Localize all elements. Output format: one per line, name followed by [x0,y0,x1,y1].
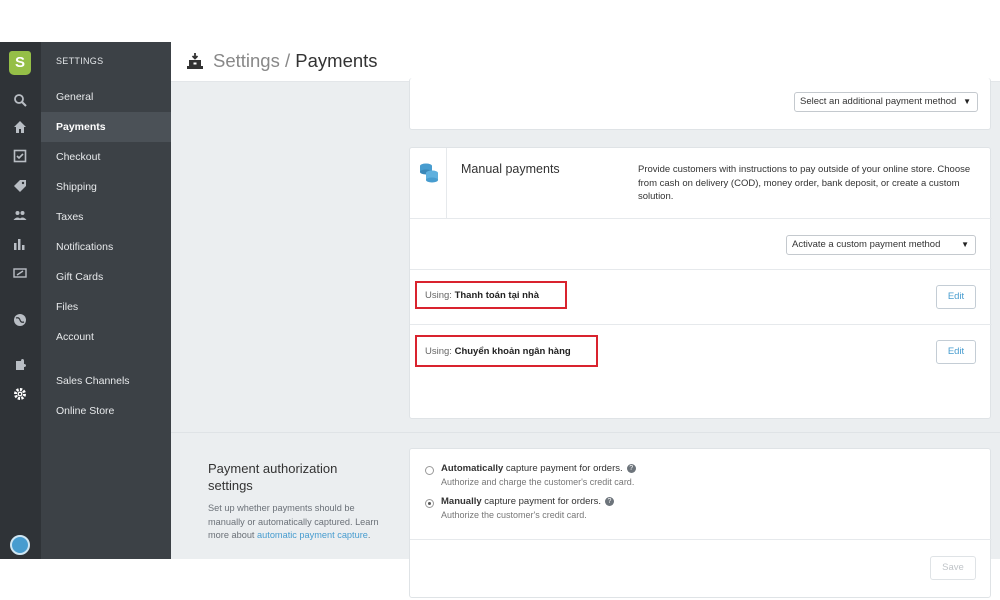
authorization-card: Automatically capture payment for orders… [409,448,992,598]
auto-capture-label[interactable]: Automatically capture payment for orders… [441,463,636,474]
reports-icon[interactable] [10,236,30,252]
sidebar-item-notifications[interactable]: Notifications [41,232,171,262]
products-icon[interactable] [10,178,30,194]
custom-payment-select[interactable]: Activate a custom payment method ▼ [786,235,976,255]
chevron-down-icon: ▼ [963,97,971,106]
top-bar: Settings / Payments [171,42,1000,82]
automatic-capture-link[interactable]: automatic payment capture [257,530,368,540]
help-icon[interactable]: ? [605,496,614,506]
breadcrumb-separator: / [279,50,296,71]
payment-method-row: Using: Thanh toán tại nhà [425,290,540,301]
icon-divider [446,148,447,218]
manual-capture-radio[interactable] [425,499,434,508]
manual-payments-description: Provide customers with instructions to p… [638,164,971,202]
user-avatar[interactable] [10,535,30,555]
home-icon[interactable] [10,119,30,135]
divider [410,324,992,325]
help-icon[interactable]: ? [626,463,636,473]
sidebar-item-account[interactable]: Account [41,322,171,352]
icon-rail: S [0,42,41,559]
breadcrumb: Settings / Payments [213,50,378,72]
search-icon[interactable] [10,92,30,108]
additional-payment-select[interactable]: Select an additional payment method ▼ [794,92,978,112]
chevron-down-icon: ▼ [961,240,969,249]
save-button[interactable]: Save [930,556,976,580]
online-store-icon[interactable] [10,312,30,328]
orders-icon[interactable] [10,148,30,164]
apps-icon[interactable] [10,357,30,373]
payments-bag-icon [187,53,203,69]
payment-method-row: Using: Chuyển khoản ngân hàng [425,346,571,357]
manual-payments-card: Manual payments Provide customers with i… [409,147,992,419]
sidebar-item-shipping[interactable]: Shipping [41,172,171,202]
shopify-logo[interactable]: S [9,51,31,75]
sidebar-item-files[interactable]: Files [41,292,171,322]
manual-payments-title: Manual payments [461,162,560,176]
sidebar-heading: SETTINGS [56,56,104,66]
breadcrumb-current: Payments [295,50,378,71]
sidebar-item-checkout[interactable]: Checkout [41,142,171,172]
sidebar-item-general[interactable]: General [41,82,171,112]
payment-method-name: Chuyển khoản ngân hàng [454,346,571,357]
edit-button[interactable]: Edit [936,285,976,309]
settings-sidebar: SETTINGS General Payments Checkout Shipp… [41,42,171,559]
sidebar-item-online-store[interactable]: Online Store [41,396,171,426]
edit-button[interactable]: Edit [936,340,976,364]
sidebar-item-taxes[interactable]: Taxes [41,202,171,232]
divider [410,218,992,219]
authorization-description: Set up whether payments should be manual… [208,503,379,540]
settings-icon[interactable] [10,386,30,402]
main-content: Select an additional payment method ▼ Man… [171,78,1000,598]
auto-capture-sub: Authorize and charge the customer's cred… [441,477,635,487]
divider [410,539,992,540]
breadcrumb-settings-link[interactable]: Settings [213,50,280,71]
sidebar-item-gift-cards[interactable]: Gift Cards [41,262,171,292]
authorization-title: Payment authorization settings [208,461,338,493]
divider [410,269,992,270]
customers-icon[interactable] [10,207,30,223]
discounts-icon[interactable] [10,265,30,281]
section-divider [171,432,1000,433]
coins-icon [420,163,438,183]
auto-capture-radio[interactable] [425,466,434,475]
manual-capture-sub: Authorize the customer's credit card. [441,510,587,520]
manual-capture-label[interactable]: Manually capture payment for orders.? [441,496,614,507]
sidebar-item-payments[interactable]: Payments [41,112,171,142]
payment-method-name: Thanh toán tại nhà [454,290,540,301]
sidebar-item-sales-channels[interactable]: Sales Channels [41,366,171,396]
additional-payments-card: Select an additional payment method ▼ [409,78,991,130]
